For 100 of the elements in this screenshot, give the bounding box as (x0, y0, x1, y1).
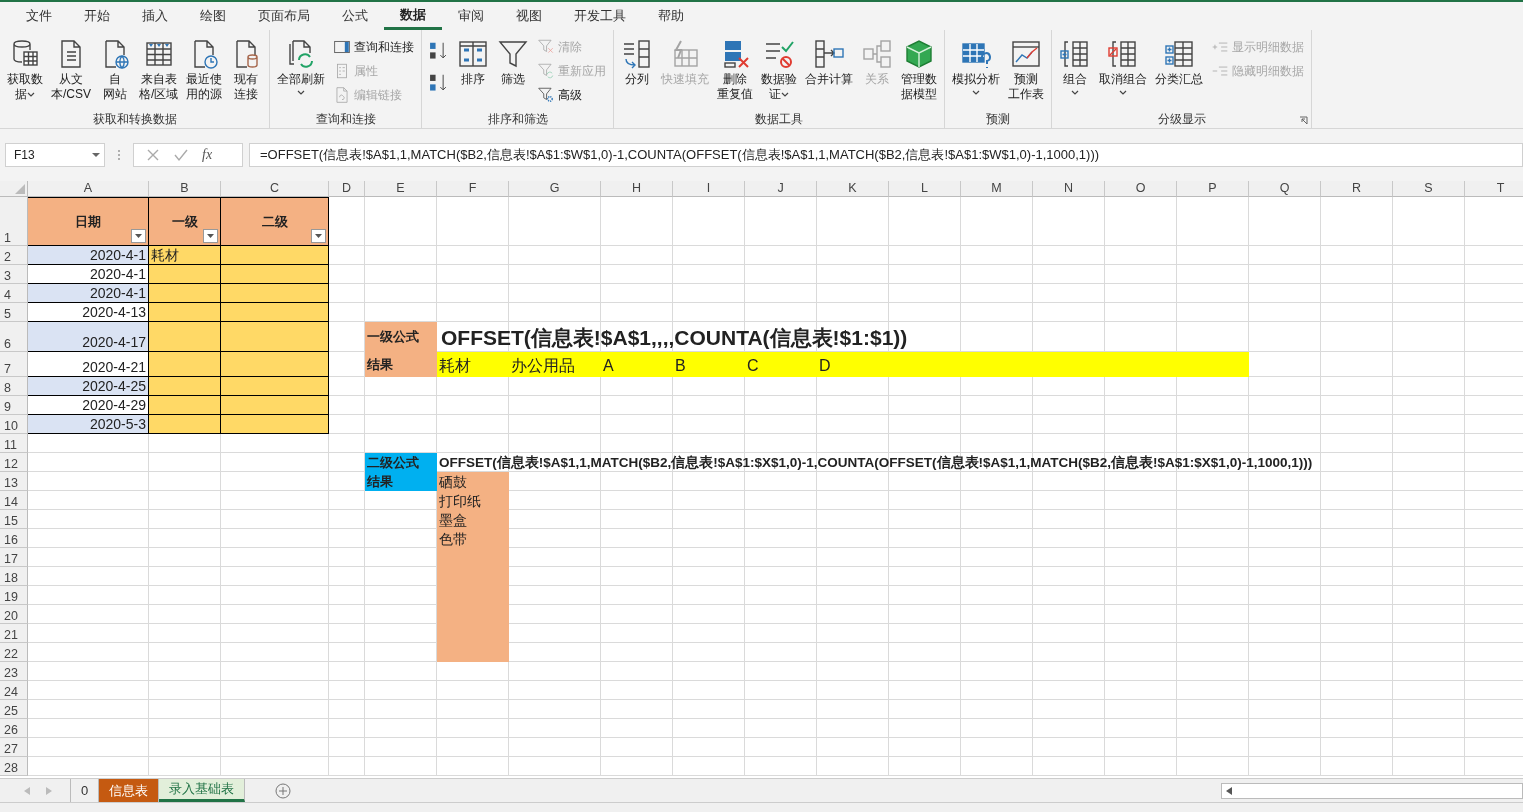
filter-button[interactable] (131, 229, 146, 243)
column-header[interactable]: P (1177, 181, 1249, 197)
row-header[interactable]: 3 (0, 265, 28, 284)
table-cell: 2020-4-25 (28, 377, 149, 396)
row-header[interactable]: 2 (0, 246, 28, 265)
horizontal-scrollbar[interactable] (1221, 782, 1523, 799)
row-header[interactable]: 27 (0, 738, 28, 757)
row-header[interactable]: 26 (0, 719, 28, 738)
row-header[interactable]: 16 (0, 529, 28, 548)
column-header[interactable]: T (1465, 181, 1523, 197)
column-header[interactable]: C (221, 181, 329, 197)
previous-sheet-icon (24, 786, 30, 795)
ribbon-button[interactable]: 预测工作表 (1005, 36, 1048, 104)
row-header[interactable]: 24 (0, 681, 28, 700)
column-header[interactable]: J (745, 181, 817, 197)
row-header[interactable]: 7 (0, 352, 28, 377)
column-header[interactable]: O (1105, 181, 1177, 197)
row-header[interactable]: 18 (0, 567, 28, 586)
add-sheet-button[interactable] (275, 782, 292, 799)
row-header[interactable]: 6 (0, 322, 28, 352)
row-header[interactable]: 23 (0, 662, 28, 681)
row-header[interactable]: 5 (0, 303, 28, 322)
name-box[interactable]: F13 (5, 143, 105, 167)
ribbon-button[interactable]: 模拟分析 (949, 36, 1004, 98)
filter-button[interactable] (311, 229, 326, 243)
table-cell (149, 322, 221, 352)
column-header[interactable]: G (509, 181, 601, 197)
column-header[interactable]: M (961, 181, 1033, 197)
ribbon-button[interactable]: 最近使用的源 (183, 36, 226, 104)
menu-tab[interactable]: 视图 (500, 2, 558, 30)
column-header[interactable]: Q (1249, 181, 1321, 197)
ribbon-button[interactable]: 删除重复值 (714, 36, 757, 104)
menu-tab[interactable]: 开始 (68, 2, 126, 30)
ribbon-button[interactable]: 查询和连接 (330, 36, 418, 58)
ribbon-button[interactable]: 排序 (454, 36, 493, 89)
menu-tab[interactable]: 数据 (384, 2, 442, 30)
ribbon-button[interactable]: 高级 (534, 84, 610, 106)
column-header[interactable]: A (28, 181, 149, 197)
row-header[interactable]: 19 (0, 586, 28, 605)
row-header[interactable]: 22 (0, 643, 28, 662)
menu-tab[interactable]: 绘图 (184, 2, 242, 30)
row-header[interactable]: 14 (0, 491, 28, 510)
column-header[interactable]: R (1321, 181, 1393, 197)
table-cell: 2020-5-3 (28, 415, 149, 434)
ribbon-button[interactable]: 数据验证 (758, 36, 801, 104)
column-header[interactable]: B (149, 181, 221, 197)
row-header[interactable]: 13 (0, 472, 28, 491)
column-header[interactable]: S (1393, 181, 1465, 197)
line-chart-icon (1010, 38, 1043, 70)
row-header[interactable]: 12 (0, 453, 28, 472)
cell-text: 色带 (438, 530, 468, 548)
sheet-tab[interactable]: 录入基础表 (159, 779, 246, 802)
ribbon-button[interactable]: 合并计算 (802, 36, 857, 89)
menu-tab[interactable]: 开发工具 (558, 2, 642, 30)
insert-function-button[interactable]: fx (202, 147, 213, 163)
ribbon-button[interactable]: 现有连接 (227, 36, 266, 104)
sheet-tab[interactable]: 信息表 (99, 779, 160, 802)
menu-tab[interactable]: 插入 (126, 2, 184, 30)
ribbon-button[interactable]: 分列 (618, 36, 657, 89)
ribbon-button[interactable]: 组合 (1056, 36, 1095, 98)
column-header[interactable]: L (889, 181, 961, 197)
ribbon-button[interactable]: 自网站 (96, 36, 134, 104)
ribbon-button[interactable]: 全部刷新 (274, 36, 329, 98)
ribbon-button[interactable]: 取消组合 (1096, 36, 1151, 98)
cell-text: 墨盒 (438, 511, 468, 529)
ribbon-button[interactable]: 来自表格/区域 (136, 36, 182, 104)
column-header[interactable]: E (365, 181, 437, 197)
filter-button[interactable] (203, 229, 218, 243)
caret-icon (1071, 90, 1080, 96)
row-header[interactable]: 8 (0, 377, 28, 396)
panel-icon (333, 38, 352, 56)
ribbon-button[interactable]: 分类汇总 (1152, 36, 1207, 89)
menu-tab[interactable]: 帮助 (642, 2, 700, 30)
ribbon-button[interactable]: 管理数据模型 (898, 36, 941, 104)
column-header[interactable]: H (601, 181, 673, 197)
formula-field[interactable]: =OFFSET(信息表!$A$1,1,MATCH($B2,信息表!$A$1:$W$1,0)-1,COUNTA(OFFSET(信息表!$A$1,1,MATCH($B2,信息表!$A$1:$W$1,0)-1,1000,1))) (249, 143, 1523, 167)
menu-tab[interactable]: 公式 (326, 2, 384, 30)
row-header[interactable]: 25 (0, 700, 28, 719)
ribbon-button[interactable]: 从文本/CSV (48, 36, 94, 104)
menu-tab[interactable]: 文件 (10, 2, 68, 30)
row-header[interactable]: 4 (0, 284, 28, 303)
row-header[interactable]: 1 (0, 197, 28, 246)
header-cell: 一级 (149, 197, 221, 246)
ribbon-button[interactable]: 获取数据 (4, 36, 46, 104)
column-header[interactable]: D (329, 181, 365, 197)
row-header[interactable]: 10 (0, 415, 28, 434)
column-header[interactable]: N (1033, 181, 1105, 197)
menu-tab[interactable]: 页面布局 (242, 2, 326, 30)
row-header[interactable]: 20 (0, 605, 28, 624)
menu-tab[interactable]: 审阅 (442, 2, 500, 30)
column-header[interactable]: F (437, 181, 509, 197)
row-header[interactable]: 21 (0, 624, 28, 643)
row-header[interactable]: 11 (0, 434, 28, 453)
column-header[interactable]: I (673, 181, 745, 197)
ribbon-button[interactable]: 筛选 (494, 36, 533, 89)
row-header[interactable]: 9 (0, 396, 28, 415)
row-header[interactable]: 15 (0, 510, 28, 529)
column-header[interactable]: K (817, 181, 889, 197)
row-header[interactable]: 17 (0, 548, 28, 567)
row-header[interactable]: 28 (0, 757, 28, 776)
